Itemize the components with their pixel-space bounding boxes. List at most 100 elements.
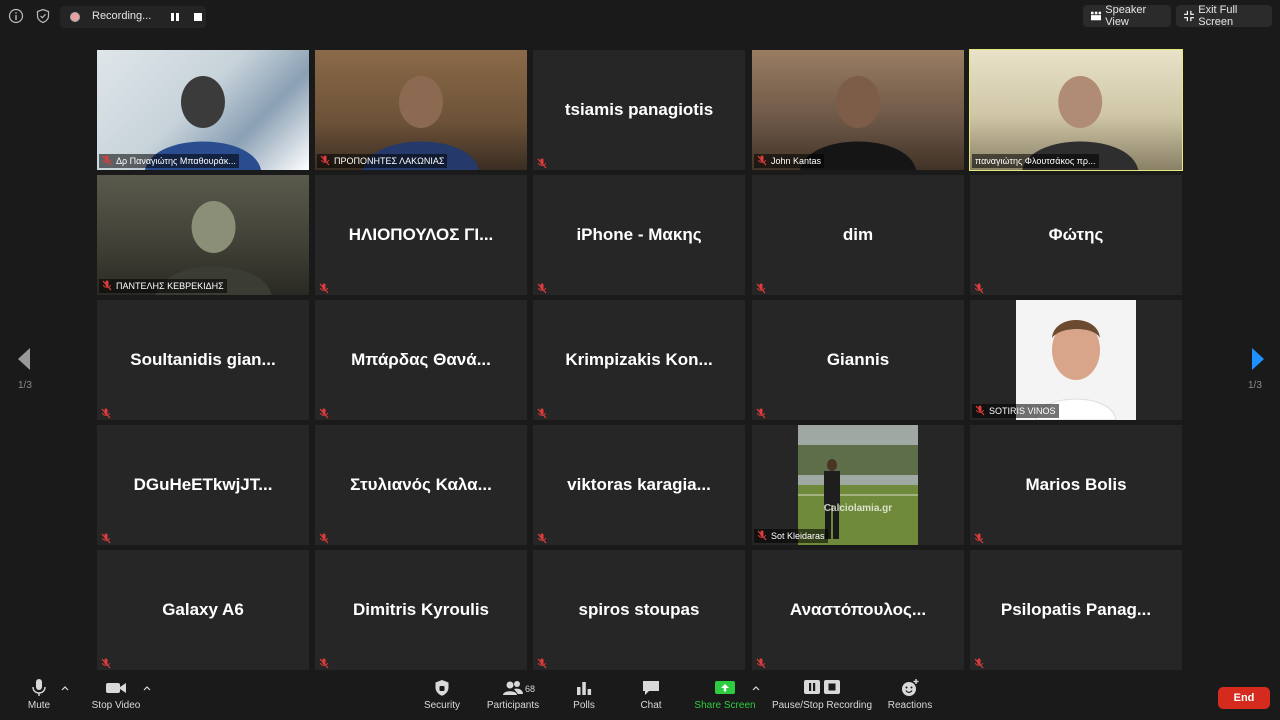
polls-button[interactable]: Polls	[570, 678, 598, 711]
chat-button[interactable]: Chat	[637, 678, 665, 711]
muted-microphone-icon	[319, 281, 329, 294]
participant-label: SOTIRIS VINOS	[972, 404, 1059, 418]
participant-tile[interactable]: Φώτης	[970, 175, 1182, 295]
participant-tile[interactable]: Krimpizakis Kon...	[533, 300, 745, 420]
recording-indicator: Recording...	[60, 6, 206, 28]
share-screen-label: Share Screen	[694, 700, 756, 711]
polls-label: Polls	[573, 700, 595, 711]
participant-video	[1016, 300, 1136, 420]
participants-icon	[503, 681, 523, 695]
reactions-button[interactable]: Reactions	[886, 678, 934, 711]
participant-tile[interactable]: viktoras karagia...	[533, 425, 745, 545]
chat-bubble-icon	[643, 681, 659, 695]
participant-tile[interactable]: Dimitris Kyroulis	[315, 550, 527, 670]
participant-tile[interactable]: Psilopatis Panag...	[970, 550, 1182, 670]
participant-tile[interactable]: Soultanidis gian...	[97, 300, 309, 420]
video-camera-icon	[106, 683, 126, 693]
participant-tile[interactable]: Marios Bolis	[970, 425, 1182, 545]
muted-microphone-icon	[319, 406, 329, 419]
participant-name: spiros stoupas	[578, 600, 700, 619]
muted-microphone-icon	[319, 531, 329, 544]
participant-name: Φώτης	[1048, 225, 1104, 244]
participant-label-text: παναγιώτης Φλουτσάκος πρ...	[975, 156, 1096, 166]
participant-name: viktoras karagia...	[567, 475, 711, 494]
participant-video	[970, 50, 1182, 170]
participant-label: ΠΡΟΠΟΝΗΤΕΣ ΛΑΚΩΝΙΑΣ	[317, 154, 448, 168]
participants-label: Participants	[486, 700, 540, 711]
participant-tile[interactable]: Calciolamia.gr Sot Kleidaras	[752, 425, 964, 545]
share-screen-options-caret-icon[interactable]	[752, 685, 760, 691]
exit-full-screen-icon	[1184, 10, 1195, 22]
muted-microphone-icon	[101, 406, 111, 419]
security-button[interactable]: Security	[420, 678, 464, 711]
participant-tile[interactable]: Μπάρδας Θανά...	[315, 300, 527, 420]
profile-photo	[1016, 300, 1136, 420]
participant-tile[interactable]: ΗΛΙΟΠΟΥΛΟΣ ΓΙ...	[315, 175, 527, 295]
participant-label: παναγιώτης Φλουτσάκος πρ...	[972, 154, 1099, 168]
chat-label: Chat	[640, 700, 662, 711]
previous-page-arrow-icon[interactable]	[16, 346, 32, 372]
participant-video	[752, 50, 964, 170]
participant-label: Sot Kleidaras	[754, 529, 828, 543]
participant-tile[interactable]: Giannis	[752, 300, 964, 420]
page-indicator-right: 1/3	[1248, 380, 1262, 391]
mute-label: Mute	[27, 700, 51, 711]
participants-button[interactable]: Participants 68	[484, 678, 542, 711]
top-bar: Recording... Speaker View Exit Full Scre…	[0, 0, 1280, 34]
share-screen-button[interactable]: Share Screen	[694, 678, 756, 711]
participant-tile[interactable]: Αναστόπουλος...	[752, 550, 964, 670]
participant-video: Calciolamia.gr	[798, 425, 918, 545]
stop-video-button[interactable]: Stop Video	[88, 678, 144, 711]
participant-tile[interactable]: ΠΑΝΤΕΛΗΣ ΚΕΒΡΕΚΙΔΗΣ	[97, 175, 309, 295]
next-page-arrow-icon[interactable]	[1250, 346, 1266, 372]
pause-stop-recording-button[interactable]: Pause/Stop Recording	[771, 678, 873, 711]
participant-video	[315, 50, 527, 170]
reactions-label: Reactions	[887, 700, 933, 711]
participant-tile[interactable]: dim	[752, 175, 964, 295]
participant-tile[interactable]: Στυλιανός Καλα...	[315, 425, 527, 545]
camera-feed	[363, 76, 479, 170]
participant-name: Στυλιανός Καλα...	[350, 475, 492, 494]
muted-microphone-icon	[537, 531, 547, 544]
shield-icon[interactable]	[35, 8, 51, 24]
mute-button[interactable]: Mute	[22, 678, 56, 711]
security-shield-icon	[435, 680, 449, 696]
muted-microphone-icon	[756, 656, 766, 669]
pause-stop-recording-icon	[804, 680, 840, 694]
participant-name: Giannis	[826, 350, 890, 369]
participant-label: ΠΑΝΤΕΛΗΣ ΚΕΒΡΕΚΙΔΗΣ	[99, 279, 227, 293]
participant-name: Psilopatis Panag...	[1000, 600, 1152, 619]
mute-options-caret-icon[interactable]	[61, 685, 69, 691]
participant-tile[interactable]: John Kantas	[752, 50, 964, 170]
polls-bar-chart-icon	[577, 682, 592, 695]
participant-tile[interactable]: DGuHeETkwjJT...	[97, 425, 309, 545]
muted-microphone-icon	[102, 155, 112, 166]
security-label: Security	[423, 700, 461, 711]
stop-recording-icon[interactable]	[194, 13, 202, 21]
participant-name: Galaxy A6	[162, 600, 244, 619]
participant-tile[interactable]: παναγιώτης Φλουτσάκος πρ...	[969, 49, 1183, 171]
pause-recording-icon[interactable]	[170, 12, 180, 22]
participant-tile[interactable]: iPhone - Μακης	[533, 175, 745, 295]
end-meeting-button[interactable]: End	[1218, 687, 1270, 709]
meeting-toolbar: Mute Stop Video Security Participants 68…	[0, 674, 1280, 720]
recording-dot-icon	[70, 12, 80, 22]
participant-name: DGuHeETkwjJT...	[133, 475, 273, 494]
participant-name: ΗΛΙΟΠΟΥΛΟΣ ΓΙ...	[348, 225, 494, 244]
participant-label-text: Δρ Παναγιώτης Μπαθουράκ...	[116, 156, 236, 166]
participant-tile[interactable]: Galaxy A6	[97, 550, 309, 670]
participant-tile[interactable]: ΠΡΟΠΟΝΗΤΕΣ ΛΑΚΩΝΙΑΣ	[315, 50, 527, 170]
participant-tile[interactable]: Δρ Παναγιώτης Μπαθουράκ...	[97, 50, 309, 170]
participant-tile[interactable]: SOTIRIS VINOS	[970, 300, 1182, 420]
exit-full-screen-button[interactable]: Exit Full Screen	[1176, 4, 1272, 28]
participant-tile[interactable]: spiros stoupas	[533, 550, 745, 670]
info-icon[interactable]	[8, 8, 24, 24]
participant-tile[interactable]: tsiamis panagiotis	[533, 50, 745, 170]
camera-feed	[1022, 76, 1139, 170]
video-options-caret-icon[interactable]	[143, 685, 151, 691]
participant-label: John Kantas	[754, 154, 825, 168]
participant-name: Soultanidis gian...	[130, 350, 276, 369]
speaker-view-button[interactable]: Speaker View	[1083, 4, 1171, 28]
participant-label-text: Sot Kleidaras	[771, 531, 825, 541]
participant-label: Δρ Παναγιώτης Μπαθουράκ...	[99, 154, 239, 168]
